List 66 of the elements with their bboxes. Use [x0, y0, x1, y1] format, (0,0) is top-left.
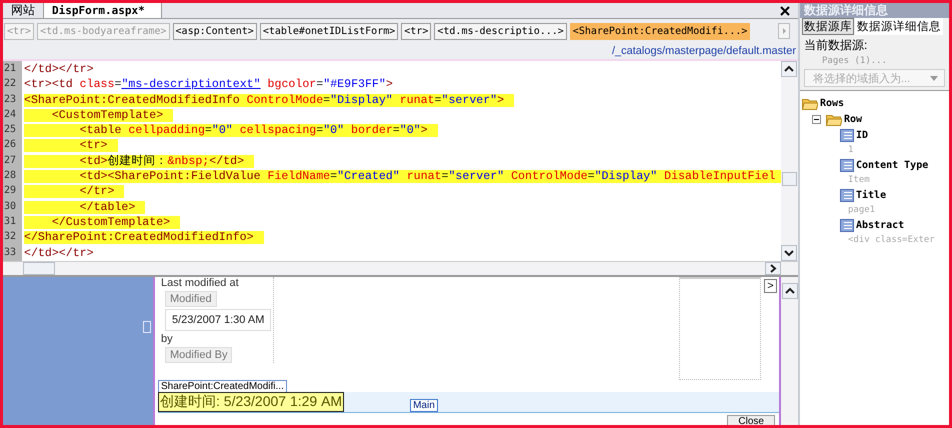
scroll-thumb[interactable] [782, 172, 797, 186]
tag-breadcrumb[interactable]: <SharePoint:CreatedModifi...> [570, 22, 750, 40]
tree-node[interactable]: ID [856, 130, 868, 140]
scroll-down-icon[interactable] [781, 245, 797, 261]
folder-icon [802, 96, 818, 110]
field-icon [840, 188, 854, 202]
line-number: 26 [3, 138, 18, 152]
panel-tab[interactable]: 数据源详细信息 [855, 18, 943, 35]
tree-node[interactable]: Title [856, 190, 886, 200]
field-icon [840, 128, 854, 142]
tree-node[interactable]: Rows [820, 98, 844, 108]
field-icon [840, 158, 854, 172]
field-sample-value: Item [847, 174, 871, 187]
line-number: 31 [3, 214, 18, 229]
tag-breadcrumb[interactable]: <tr> [401, 22, 432, 40]
tree-node[interactable]: Row [844, 114, 862, 124]
panel-title: 数据源详细信息 [800, 3, 949, 18]
master-page-link[interactable]: /_catalogs/masterpage/default.master [612, 45, 796, 57]
input-field[interactable]: Modified By [165, 347, 232, 363]
collapse-icon[interactable] [812, 114, 821, 124]
close-button[interactable]: Close [727, 415, 775, 425]
created-time-text: 创建时间: 5/23/2007 1:29 AM [158, 392, 344, 412]
expand-button[interactable]: > [764, 279, 777, 293]
line-number: 22 [3, 77, 18, 92]
document-tab[interactable]: DispForm.aspx* [44, 3, 162, 18]
line-number: 24 [3, 108, 18, 122]
scroll-up-icon[interactable] [781, 61, 797, 77]
line-number: 30 [3, 200, 18, 214]
tag-breadcrumb[interactable]: <td.ms-descriptio...> [434, 22, 567, 40]
line-number: 33 [3, 246, 18, 260]
field-icon [840, 218, 854, 232]
line-number: 25 [3, 123, 18, 138]
code-line: </td></tr> [24, 63, 95, 76]
cell-marker-icon [143, 321, 151, 333]
line-number: 28 [3, 169, 18, 184]
scroll-thumb[interactable] [23, 262, 55, 275]
tag-breadcrumb[interactable]: <asp:Content> [172, 22, 257, 40]
line-number: 32 [3, 230, 18, 244]
vertical-scrollbar[interactable] [781, 277, 798, 425]
tag-breadcrumb[interactable]: <table#onetIDListForm> [260, 22, 398, 40]
line-number: 29 [3, 184, 18, 198]
vertical-scrollbar[interactable] [781, 61, 798, 261]
field-sample-value: 1 [847, 144, 854, 157]
field-caption: by [161, 333, 173, 345]
code-line: </td></tr> [24, 246, 95, 260]
line-number: 27 [3, 154, 18, 168]
panel-tab[interactable]: 数据源库 [802, 18, 854, 35]
line-number: 23 [3, 92, 18, 107]
region-tag[interactable]: Main [410, 399, 438, 412]
close-icon[interactable] [780, 6, 790, 16]
field-value: 5/23/2007 1:30 AM [165, 309, 272, 331]
field-caption: Last modified at [161, 277, 239, 289]
folder-icon [826, 112, 842, 126]
field-sample-value: <div class=Exter [847, 234, 936, 247]
control-tag[interactable]: SharePoint:CreatedModifi... [158, 380, 287, 392]
line-number: 21 [3, 62, 18, 76]
current-source-label: 当前数据源: [803, 37, 868, 54]
dropdown-caret-icon [930, 76, 938, 80]
tree-node[interactable]: Content Type [856, 160, 928, 170]
code-line: <tr><td class="ms-descriptiontext" bgcolor="#E9F3FF"> [24, 78, 394, 92]
scroll-up-icon[interactable] [782, 283, 798, 299]
horizontal-scrollbar[interactable] [3, 261, 798, 277]
input-field[interactable]: Modified [165, 291, 217, 307]
scroll-right-icon[interactable] [765, 262, 781, 275]
tree-node[interactable]: Abstract [856, 220, 904, 230]
field-sample-value: page1 [847, 204, 876, 217]
